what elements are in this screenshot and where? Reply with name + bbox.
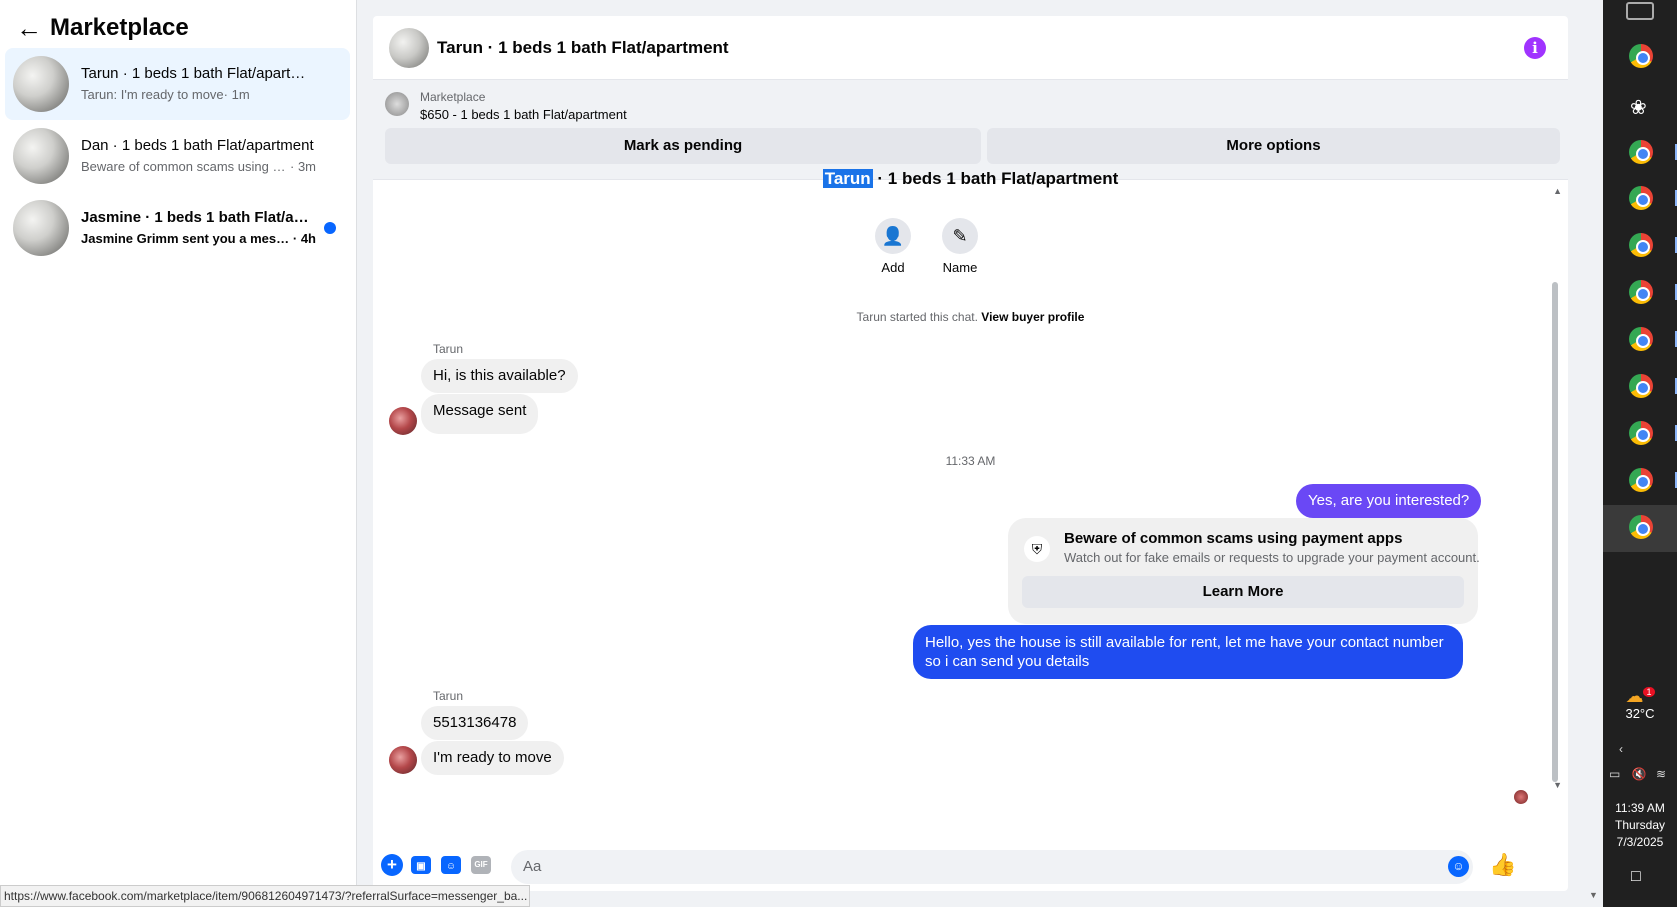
conversation-time: · 4h (292, 231, 316, 246)
chrome-icon[interactable] (1629, 140, 1653, 164)
unread-dot (324, 222, 336, 234)
chrome-icon[interactable] (1629, 468, 1653, 492)
name-action[interactable]: ✎ Name (930, 218, 990, 275)
status-bar-url: https://www.facebook.com/marketplace/ite… (0, 885, 530, 907)
chat-title[interactable]: Tarun · 1 beds 1 bath Flat/apartment (437, 38, 729, 58)
chrome-icon[interactable] (1629, 421, 1653, 445)
sender-name: Tarun (433, 689, 464, 703)
conversation-preview: Beware of common scams using pay... (81, 159, 290, 174)
fan-app-icon[interactable]: ❀ (1630, 95, 1647, 120)
conversation-name: Tarun · 1 beds 1 bath Flat/apartment (81, 65, 316, 82)
listing-title[interactable]: $650 - 1 beds 1 bath Flat/apartment (420, 107, 627, 122)
weather-widget[interactable]: ☁ 1 32°C (1603, 682, 1677, 721)
conversation-time: · 3m (290, 159, 316, 174)
conversation-sidebar: ← Marketplace Tarun · 1 beds 1 bath Flat… (0, 0, 357, 907)
mark-pending-button[interactable]: Mark as pending (385, 128, 981, 164)
listing-avatar (13, 200, 69, 256)
conversation-item-tarun[interactable]: Tarun · 1 beds 1 bath Flat/apartment Tar… (5, 48, 350, 120)
chrome-icon[interactable] (1629, 327, 1653, 351)
info-icon[interactable]: i (1524, 37, 1546, 59)
message-list: Tarun · 1 beds 1 bath Flat/apartment 👤 A… (373, 169, 1568, 842)
conversation-time: · 1m (223, 87, 250, 102)
conversation-name: Dan · 1 beds 1 bath Flat/apartment (81, 137, 314, 154)
incoming-message[interactable]: 5513136478 (421, 706, 529, 740)
chat-started-notice: Tarun started this chat. View buyer prof… (856, 310, 1085, 324)
scam-warning-card: ⛨ Beware of common scams using payment a… (1008, 518, 1480, 624)
sender-name: Tarun (433, 342, 464, 356)
clock-date: 7/3/2025 (1616, 835, 1664, 849)
taskbar-clock[interactable]: 11:39 AM Thursday 7/3/2025 (1603, 800, 1677, 851)
listing-thumbnail[interactable] (385, 92, 409, 116)
more-options-button[interactable]: More options (987, 128, 1560, 164)
incoming-message[interactable]: Message sent (421, 394, 539, 434)
message-timestamp: 11:33 AM (945, 454, 996, 468)
view-buyer-profile-link[interactable]: View buyer profile (981, 310, 1084, 324)
chrome-icon[interactable] (1629, 233, 1653, 257)
gif-icon[interactable]: GIF (471, 856, 491, 874)
clock-day: Thursday (1614, 818, 1666, 832)
scam-warning-subtitle: Watch out for fake emails or requests to… (1064, 550, 1480, 565)
incoming-message[interactable]: Hi, is this available? (421, 359, 578, 393)
chrome-icon[interactable] (1629, 280, 1653, 304)
scam-warning-title: Beware of common scams using payment app… (1064, 530, 1403, 547)
incoming-message[interactable]: I'm ready to move (421, 741, 564, 775)
back-arrow-icon[interactable]: ← (16, 15, 50, 41)
add-action[interactable]: 👤 Add (863, 218, 923, 275)
scroll-down-arrow-icon[interactable]: ▼ (1553, 780, 1562, 790)
weather-temp: 32°C (1625, 706, 1655, 721)
plus-icon[interactable]: + (381, 854, 403, 876)
thumbs-up-icon[interactable]: 👍 (1489, 852, 1516, 878)
wifi-icon[interactable]: ≋ (1656, 767, 1666, 781)
sender-avatar[interactable] (389, 746, 417, 774)
weather-badge: 1 (1643, 687, 1655, 697)
chat-panel: Tarun · 1 beds 1 bath Flat/apartment i M… (373, 16, 1568, 891)
clock-time: 11:39 AM (1615, 801, 1665, 815)
conversation-preview: Tarun: I'm ready to move (81, 87, 224, 102)
chrome-icon[interactable] (1629, 44, 1653, 68)
name-label: Name (942, 260, 978, 275)
message-composer: + ▣ ☺ GIF Aa ☺ 👍 (373, 842, 1568, 891)
learn-more-button[interactable]: Learn More (1022, 576, 1464, 608)
conversation-item-jasmine[interactable]: Jasmine · 1 beds 1 bath Flat/apar... Jas… (5, 192, 350, 264)
pencil-icon[interactable]: ✎ (942, 218, 978, 254)
sender-avatar[interactable] (389, 407, 417, 435)
chrome-icon[interactable] (1629, 515, 1653, 539)
listing-banner: Marketplace $650 - 1 beds 1 bath Flat/ap… (373, 80, 1568, 180)
listing-avatar (13, 128, 69, 184)
page-scroll-down-icon[interactable]: ▼ (1589, 890, 1598, 900)
message-input[interactable]: Aa (511, 850, 1473, 884)
scroll-up-arrow-icon[interactable]: ▲ (1553, 186, 1562, 196)
seen-avatar (1514, 790, 1528, 804)
chat-intro-title: Tarun · 1 beds 1 bath Flat/apartment (822, 169, 1119, 188)
header-avatar[interactable] (389, 27, 429, 68)
chrome-icon[interactable] (1629, 186, 1653, 210)
conversation-name: Jasmine · 1 beds 1 bath Flat/apar... (81, 209, 316, 226)
sticker-icon[interactable]: ☺ (441, 856, 461, 874)
intro-name-highlight: Tarun (822, 169, 873, 188)
emoji-icon[interactable]: ☺ (1448, 856, 1469, 877)
sidebar-title: Marketplace (50, 14, 189, 41)
battery-icon[interactable]: ▭ (1609, 767, 1620, 781)
outgoing-message[interactable]: Yes, are you interested? (1296, 484, 1482, 518)
outgoing-message[interactable]: Hello, yes the house is still available … (913, 625, 1463, 679)
app-window-icon[interactable] (1626, 2, 1654, 20)
listing-avatar (13, 56, 69, 112)
page-scrollbar[interactable]: ▼ (1585, 0, 1603, 907)
chat-scrollbar[interactable] (1552, 282, 1558, 782)
shield-icon: ⛨ (1024, 536, 1050, 562)
speaker-muted-icon[interactable]: 🔇 (1632, 767, 1647, 781)
conversation-preview: Jasmine Grimm sent you a messag... (81, 231, 293, 246)
photo-icon[interactable]: ▣ (411, 856, 431, 874)
listing-source: Marketplace (420, 90, 486, 104)
notification-icon[interactable]: □ (1631, 868, 1641, 886)
add-label: Add (881, 260, 905, 275)
conversation-item-dan[interactable]: Dan · 1 beds 1 bath Flat/apartment Bewar… (5, 120, 350, 192)
windows-taskbar: ❀ ☁ 1 32°C ‹ ▭ 🔇 ≋ 11:39 AM Thursday 7/3/… (1603, 0, 1677, 907)
weather-icon: ☁ 1 (1603, 682, 1677, 706)
chrome-icon[interactable] (1629, 374, 1653, 398)
chevron-left-icon[interactable]: ‹ (1619, 742, 1623, 756)
add-person-icon[interactable]: 👤 (875, 218, 911, 254)
chat-header: Tarun · 1 beds 1 bath Flat/apartment i (373, 16, 1568, 80)
